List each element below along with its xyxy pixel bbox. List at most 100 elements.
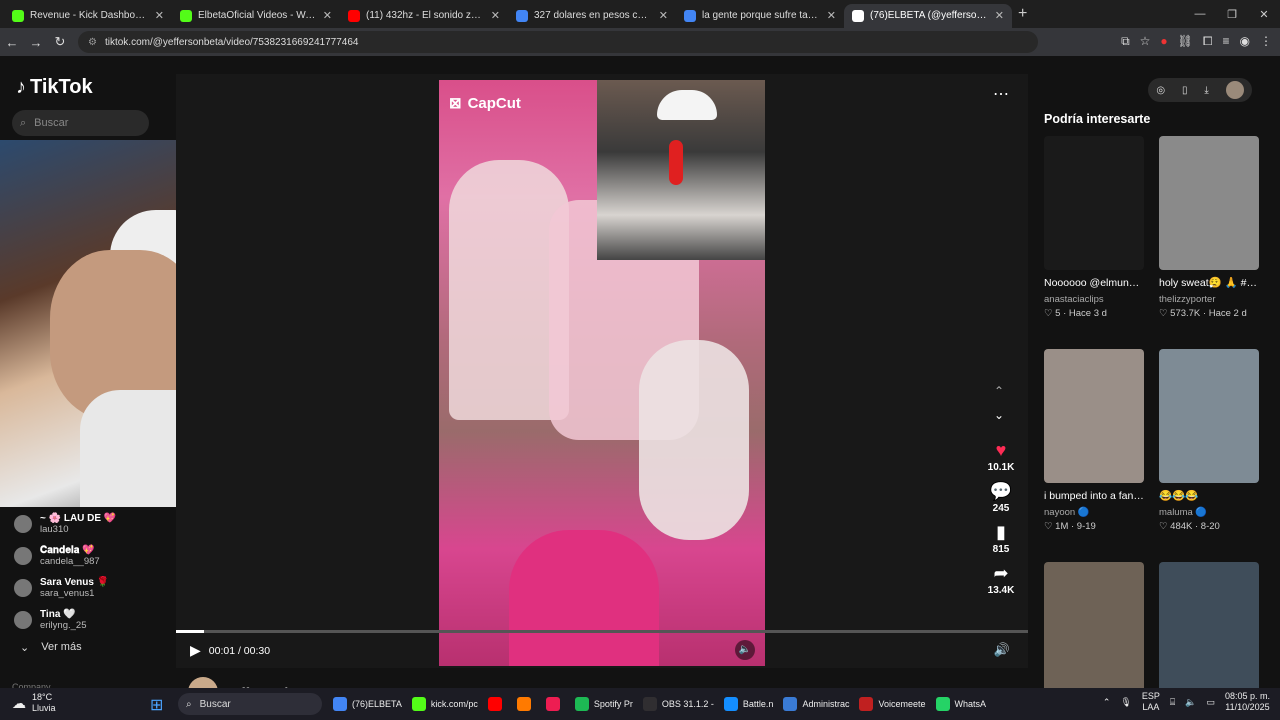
taskbar-app[interactable]: WhatsA xyxy=(931,692,992,716)
suggestion-thumbnail[interactable] xyxy=(1159,136,1259,270)
windows-start-icon[interactable]: ⊞ xyxy=(150,695,163,715)
extension-red-icon[interactable]: ● xyxy=(1160,34,1167,49)
taskbar-app-label: Administrac xyxy=(802,699,850,709)
weather-widget[interactable]: ☁ 18°C Lluvia xyxy=(12,692,56,714)
taskbar-app[interactable]: Spotify Pr xyxy=(570,692,638,716)
browser-tab[interactable]: la gente porque sufre tanto por ✕ xyxy=(676,4,844,28)
save-button[interactable]: ▮ 815 xyxy=(993,522,1010,555)
play-icon[interactable]: ▶ xyxy=(190,642,201,659)
taskbar-app-label: Spotify Pr xyxy=(593,699,633,709)
volume-icon[interactable]: 🔊 xyxy=(994,642,1010,658)
taskbar-app[interactable]: Voicemeete xyxy=(854,692,930,716)
comment-icon: 💬 xyxy=(989,481,1013,501)
suggestion-thumbnail[interactable] xyxy=(1044,349,1144,483)
maximize-icon[interactable]: ❐ xyxy=(1216,8,1248,21)
reading-list-icon[interactable]: ≡ xyxy=(1223,34,1230,49)
system-tray: ⌃ 🎙 ESP LAA ⌸ 🔈 ▭ 08:05 p. m. 11/10/2025 xyxy=(1103,691,1270,713)
suggestion-card[interactable] xyxy=(1044,562,1144,705)
following-item[interactable]: 𝐂𝐚𝐧𝐝𝐞𝐥𝐚 💖 candela__987 xyxy=(14,540,164,572)
taskbar-app[interactable] xyxy=(483,692,512,716)
site-info-icon[interactable]: ⚙ xyxy=(88,37,97,48)
download-icon[interactable]: ⤓ xyxy=(1204,85,1208,96)
cloud-icon: ☁ xyxy=(12,694,26,711)
extensions-icon[interactable]: ⧠ xyxy=(1203,34,1213,49)
browser-tab[interactable]: ElbetaOficial Videos - Watch On ✕ xyxy=(172,4,340,28)
see-more-button[interactable]: ⌄ Ver más xyxy=(20,641,82,654)
tab-close-icon[interactable]: ✕ xyxy=(995,9,1004,22)
taskbar-app[interactable] xyxy=(541,692,570,716)
menu-icon[interactable]: ⋮ xyxy=(1260,34,1272,49)
taskbar-search[interactable]: ⌕ Buscar xyxy=(178,693,322,715)
progress-fill xyxy=(176,630,205,633)
taskbar-app[interactable]: (76)ELBETA xyxy=(328,692,407,716)
search-input[interactable]: ⌕ Buscar xyxy=(12,110,149,136)
suggestion-card[interactable]: Noooooo @elmunetones... anastaciaclips ♡ 5… xyxy=(1044,136,1144,319)
browser-tab[interactable]: (11) 432hz - El sonido zen tibeta ✕ xyxy=(340,4,508,28)
taskbar-app[interactable] xyxy=(512,692,541,716)
suggestion-user[interactable]: nayoon 🔵 xyxy=(1044,507,1144,518)
suggestion-card[interactable]: 😂😂😂 maluma 🔵 ♡ 484K · 8-20 xyxy=(1159,349,1259,532)
mute-icon[interactable]: 🔈 xyxy=(735,640,755,660)
tab-title: la gente porque sufre tanto por xyxy=(702,10,821,21)
back-icon[interactable]: ← xyxy=(0,35,24,50)
speaker-icon[interactable]: 🔈 xyxy=(1185,697,1196,708)
close-window-icon[interactable]: ✕ xyxy=(1248,8,1280,21)
clock[interactable]: 08:05 p. m. 11/10/2025 xyxy=(1225,691,1270,713)
tab-close-icon[interactable]: ✕ xyxy=(155,9,164,22)
taskbar-app[interactable]: kick.com/pc xyxy=(407,692,483,716)
following-name: ~ 🌸 LAU DE 💖 xyxy=(40,513,117,524)
microphone-icon[interactable]: 🎙 xyxy=(1120,697,1131,708)
browser-tab[interactable]: (76)ELBETA (@yeffersonbeta) | T ✕ xyxy=(844,3,1012,28)
suggestion-thumbnail[interactable] xyxy=(1044,136,1144,270)
suggestion-user[interactable]: maluma 🔵 xyxy=(1159,507,1259,518)
taskbar-app[interactable]: OBS 31.1.2 - xyxy=(638,692,719,716)
following-item[interactable]: Sara Venus 🌹 sara_venus1 xyxy=(14,572,164,604)
suggestion-card[interactable]: i bumped into a fan.. #katseye #gap... na… xyxy=(1044,349,1144,532)
suggestion-thumbnail[interactable] xyxy=(1159,349,1259,483)
following-avatar xyxy=(14,515,32,533)
share-button[interactable]: ➦ 13.4K xyxy=(988,563,1015,596)
tray-chevron-icon[interactable]: ⌃ xyxy=(1103,697,1111,708)
minimize-icon[interactable]: — xyxy=(1184,8,1216,20)
tab-favicon-icon xyxy=(852,9,864,22)
bookmark-star-icon[interactable]: ☆ xyxy=(1140,34,1151,49)
url-field[interactable]: ⚙ tiktok.com/@yeffersonbeta/video/753823… xyxy=(78,31,1038,53)
tab-close-icon[interactable]: ✕ xyxy=(491,9,500,22)
video-frame[interactable]: ⊠ CapCut 🔈 xyxy=(439,80,765,666)
browser-tab[interactable]: 327 dolares en pesos colombia ✕ xyxy=(508,4,676,28)
forward-icon[interactable]: → xyxy=(24,35,48,50)
battery-icon[interactable]: ▭ xyxy=(1206,697,1215,708)
browser-tab[interactable]: Revenue - Kick Dashboard ✕ xyxy=(4,4,172,28)
tab-close-icon[interactable]: ✕ xyxy=(827,9,836,22)
taskbar-app[interactable]: Administrac xyxy=(778,692,854,716)
suggestion-card[interactable] xyxy=(1159,562,1259,705)
coins-icon[interactable]: ◎ xyxy=(1156,85,1165,96)
next-video-icon[interactable]: ⌄ xyxy=(994,408,1004,422)
profile-icon[interactable]: ◉ xyxy=(1240,34,1250,49)
following-item[interactable]: Tina 🤍 erilyng._25 xyxy=(14,604,164,636)
reload-icon[interactable]: ↻ xyxy=(48,34,72,50)
user-avatar[interactable] xyxy=(1225,81,1244,99)
new-tab-button[interactable]: + xyxy=(1018,5,1027,23)
link-icon[interactable]: ⛓ xyxy=(1178,34,1193,49)
like-button[interactable]: ♥ 10.1K xyxy=(988,440,1015,473)
video-player[interactable]: ⊠ CapCut 🔈 ⋯ ⌃ ⌄ ♥ 10.1K 💬 245 ▮ 815 ➦ 1… xyxy=(176,74,1028,668)
previous-video-icon[interactable]: ⌃ xyxy=(994,384,1004,398)
taskbar-app[interactable]: Battle.n xyxy=(719,692,779,716)
suggestion-user[interactable]: anastaciaclips xyxy=(1044,294,1144,305)
tab-close-icon[interactable]: ✕ xyxy=(323,9,332,22)
cast-icon[interactable]: ⧉ xyxy=(1121,34,1130,49)
comment-button[interactable]: 💬 245 xyxy=(990,481,1012,514)
suggestion-thumbnail[interactable] xyxy=(1159,562,1259,696)
tab-close-icon[interactable]: ✕ xyxy=(659,9,668,22)
network-icon[interactable]: ⌸ xyxy=(1170,697,1175,708)
more-options-icon[interactable]: ⋯ xyxy=(993,84,1010,104)
progress-bar[interactable] xyxy=(176,630,1028,633)
suggestion-user[interactable]: thelizzyporter xyxy=(1159,294,1259,305)
language-indicator[interactable]: ESP LAA xyxy=(1142,691,1160,713)
following-item[interactable]: ~ 🌸 LAU DE 💖 lau310 xyxy=(14,508,164,540)
suggestion-thumbnail[interactable] xyxy=(1044,562,1144,696)
tiktok-logo[interactable]: ♪ TikTok xyxy=(16,76,93,99)
device-icon[interactable]: ▯ xyxy=(1182,85,1188,96)
suggestion-card[interactable]: holy sweat😮‍💨 🙏 #gym thelizzyporter ♡ 573.… xyxy=(1159,136,1259,319)
